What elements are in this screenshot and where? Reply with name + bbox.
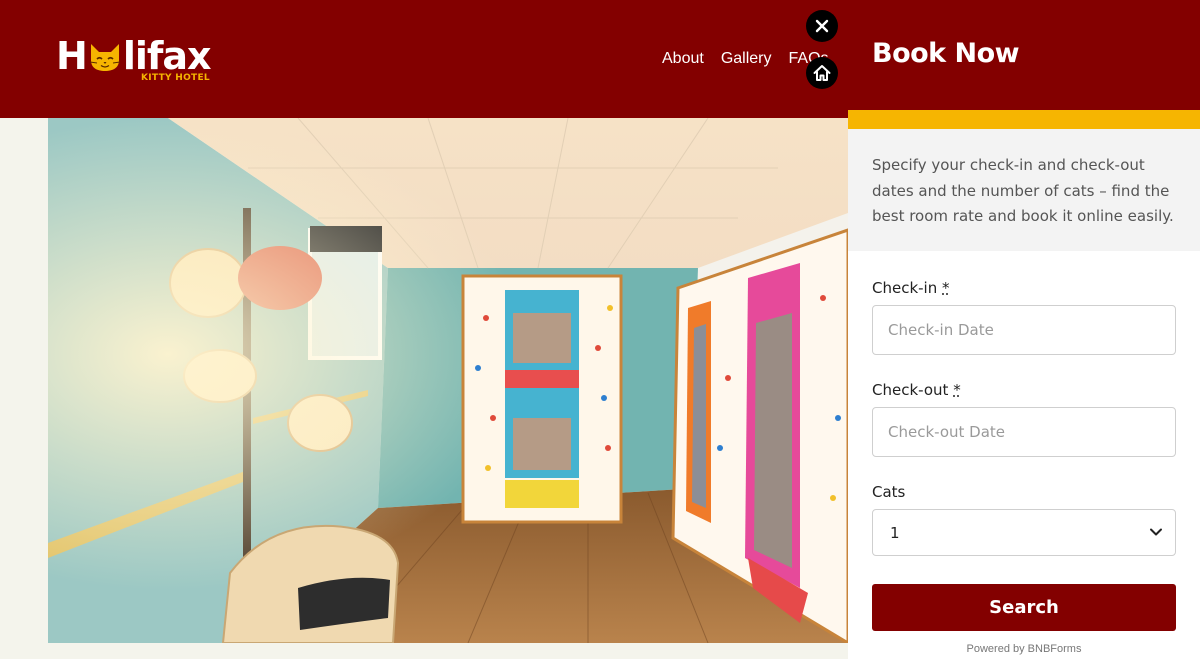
checkout-date-input[interactable] — [872, 407, 1176, 457]
site-logo[interactable]: H lifax KITTY HOTEL — [56, 36, 212, 86]
search-button[interactable]: Search — [872, 584, 1176, 631]
cat-face-icon — [89, 44, 120, 71]
accent-strip — [848, 110, 1200, 129]
room-photo — [48, 118, 848, 643]
nav-item-about[interactable]: About — [662, 50, 704, 68]
powered-by-link[interactable]: Powered by BNBForms — [848, 643, 1200, 655]
site-header: H lifax KITTY HOTEL About Gallery FAQs — [0, 0, 848, 118]
cats-label: Cats — [872, 483, 906, 501]
nav-item-gallery[interactable]: Gallery — [721, 50, 772, 68]
chevron-down-icon — [1150, 528, 1162, 536]
logo-subtitle: KITTY HOTEL — [141, 73, 210, 83]
hero-room-photo — [48, 118, 848, 643]
checkin-date-input[interactable] — [872, 305, 1176, 355]
cats-select[interactable]: 1 — [872, 509, 1176, 556]
required-mark: * — [942, 279, 950, 297]
close-button[interactable] — [806, 10, 838, 42]
logo-wordmark: H lifax — [56, 34, 212, 78]
booking-header: Book Now — [848, 0, 1200, 110]
home-icon — [813, 65, 831, 81]
booking-description: Specify your check-in and check-out date… — [848, 129, 1200, 251]
booking-panel: Book Now Specify your check-in and check… — [848, 0, 1200, 659]
checkin-label: Check-in * — [872, 279, 950, 297]
cats-select-value: 1 — [890, 524, 900, 542]
required-mark: * — [953, 381, 961, 399]
main-nav: About Gallery FAQs — [662, 50, 829, 68]
checkout-label: Check-out * — [872, 381, 961, 399]
home-button[interactable] — [806, 57, 838, 89]
close-icon — [815, 19, 829, 33]
booking-title: Book Now — [872, 38, 1020, 69]
